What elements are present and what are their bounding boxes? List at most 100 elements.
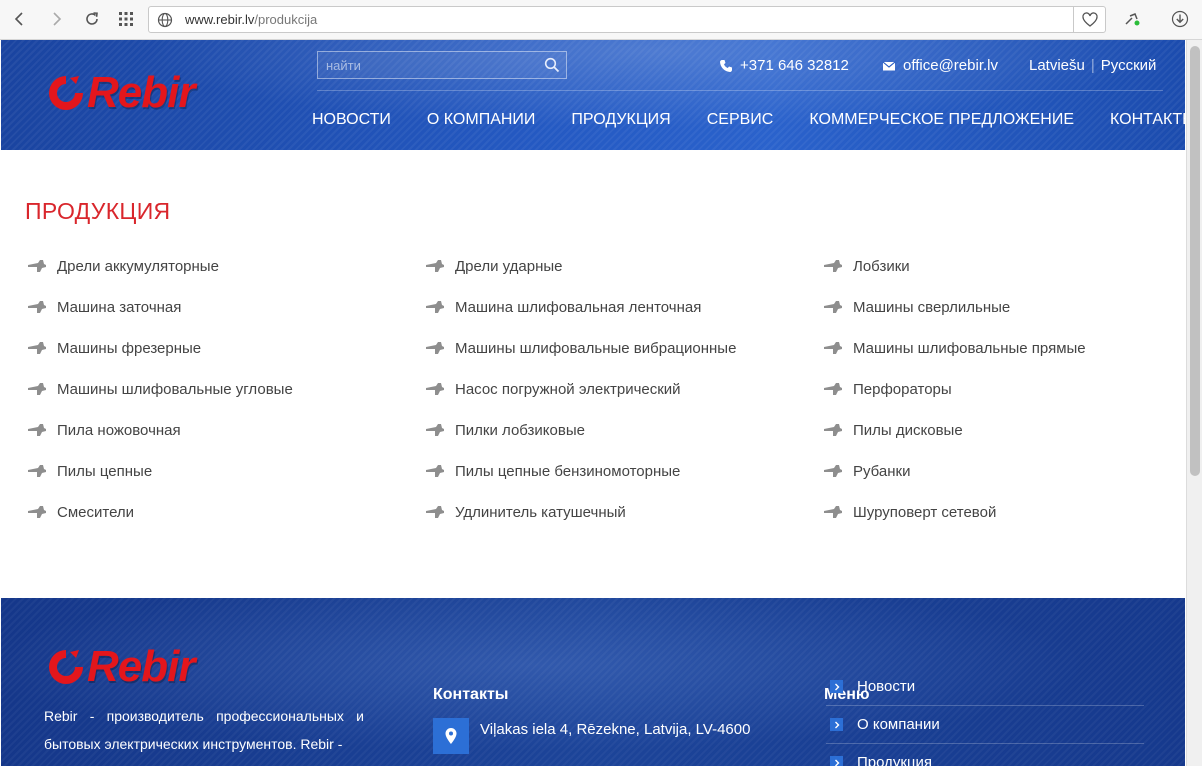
category-item[interactable]: Машины шлифовальные прямые xyxy=(821,337,1086,359)
screwdriver-icon xyxy=(821,501,845,523)
impact-drill-icon xyxy=(423,255,447,277)
footer-menu-products[interactable]: Продукция xyxy=(826,744,1144,766)
url-text: www.rebir.lv/produkcija xyxy=(185,12,318,27)
category-item[interactable]: Дрели аккумуляторные xyxy=(25,255,219,277)
angle-grinder-icon xyxy=(25,378,49,400)
category-item[interactable]: Смесители xyxy=(25,501,134,523)
site-logo[interactable]: Rebir xyxy=(45,68,195,118)
mixer-icon xyxy=(25,501,49,523)
header-email[interactable]: office@rebir.lv xyxy=(882,57,998,74)
nav-products[interactable]: ПРОДУКЦИЯ xyxy=(571,111,670,129)
category-label: Машина шлифовальная ленточная xyxy=(455,298,702,316)
submersible-pump-icon xyxy=(423,378,447,400)
scrollbar-thumb[interactable] xyxy=(1190,46,1200,476)
page-scrollbar[interactable] xyxy=(1186,40,1202,766)
search-input[interactable] xyxy=(318,52,538,78)
planer-icon xyxy=(821,460,845,482)
category-item[interactable]: Пилы дисковые xyxy=(821,419,963,441)
page-title: ПРОДУКЦИЯ xyxy=(25,198,171,224)
footer-logo[interactable]: Rebir xyxy=(45,642,195,692)
category-item[interactable]: Машины сверлильные xyxy=(821,296,1010,318)
chevron-right-icon xyxy=(830,680,843,693)
nav-commercial-offer[interactable]: КОММЕРЧЕСКОЕ ПРЕДЛОЖЕНИЕ xyxy=(809,111,1074,129)
category-item[interactable]: Машина шлифовальная ленточная xyxy=(423,296,701,318)
footer-menu-about[interactable]: О компании xyxy=(826,706,1144,744)
category-label: Пилки лобзиковые xyxy=(455,421,585,439)
category-item[interactable]: Машины шлифовальные угловые xyxy=(25,378,293,400)
category-item[interactable]: Перфораторы xyxy=(821,378,952,400)
chevron-right-icon xyxy=(830,718,843,731)
search-icon[interactable] xyxy=(544,57,560,73)
chainsaw-icon xyxy=(25,460,49,482)
category-label: Пила ножовочная xyxy=(57,421,181,439)
footer-about-text: Rebir - производитель профессиональных и… xyxy=(44,708,364,752)
header-divider xyxy=(317,90,1163,91)
extension-icon[interactable] xyxy=(1120,7,1144,31)
phone-icon xyxy=(720,59,732,72)
language-switcher: Latviešu | Русский xyxy=(1029,57,1156,74)
category-label: Насос погружной электрический xyxy=(455,380,681,398)
nav-service[interactable]: СЕРВИС xyxy=(707,111,774,129)
category-item[interactable]: Удлинитель катушечный xyxy=(423,501,626,523)
category-label: Лобзики xyxy=(853,257,910,275)
footer-contacts-title: Контакты xyxy=(433,686,509,703)
footer-menu-news[interactable]: Новости xyxy=(826,668,1144,706)
circular-saw-icon xyxy=(821,419,845,441)
category-label: Машины фрезерные xyxy=(57,339,202,357)
header-phone[interactable]: +371 646 32812 xyxy=(719,57,849,74)
bookmark-heart-icon[interactable] xyxy=(1073,7,1105,32)
category-label: Машины сверлильные xyxy=(853,298,1011,316)
globe-icon xyxy=(157,12,173,28)
nav-about[interactable]: О КОМПАНИИ xyxy=(427,111,536,129)
reload-icon[interactable] xyxy=(80,7,104,31)
downloads-icon[interactable] xyxy=(1168,7,1192,31)
category-item[interactable]: Машина заточная xyxy=(25,296,181,318)
reciprocating-saw-icon xyxy=(25,419,49,441)
category-label: Дрели ударные xyxy=(455,257,563,275)
category-item[interactable]: Машины фрезерные xyxy=(25,337,201,359)
footer-address: Viļakas iela 4, Rēzekne, Latvija, LV-460… xyxy=(433,718,750,754)
category-item[interactable]: Пилки лобзиковые xyxy=(423,419,585,441)
category-item[interactable]: Шуруповерт сетевой xyxy=(821,501,996,523)
category-label: Дрели аккумуляторные xyxy=(57,257,219,275)
category-item[interactable]: Пилы цепные xyxy=(25,460,152,482)
browser-toolbar: www.rebir.lv/produkcija xyxy=(0,0,1202,40)
category-label: Удлинитель катушечный xyxy=(455,503,626,521)
jigsaw-blade-icon xyxy=(423,419,447,441)
main-navigation: НОВОСТИ О КОМПАНИИ ПРОДУКЦИЯ СЕРВИС КОММ… xyxy=(312,111,1185,129)
category-label: Пилы цепные бензиномоторные xyxy=(455,462,681,480)
forward-icon[interactable] xyxy=(44,7,68,31)
back-icon[interactable] xyxy=(8,7,32,31)
jigsaw-icon xyxy=(821,255,845,277)
category-item[interactable]: Рубанки xyxy=(821,460,911,482)
envelope-icon xyxy=(882,61,896,70)
category-item[interactable]: Пилы цепные бензиномоторные xyxy=(423,460,680,482)
lang-separator: | xyxy=(1090,57,1095,74)
nav-news[interactable]: НОВОСТИ xyxy=(312,111,391,129)
nav-contacts[interactable]: КОНТАКТЫ xyxy=(1110,111,1185,129)
cable-reel-icon xyxy=(423,501,447,523)
category-label: Пилы цепные xyxy=(57,462,153,480)
speed-dial-grid-icon[interactable] xyxy=(114,7,138,31)
bench-grinder-icon xyxy=(25,296,49,318)
address-bar[interactable]: www.rebir.lv/produkcija xyxy=(148,6,1106,33)
lang-russian[interactable]: Русский xyxy=(1101,57,1157,74)
belt-sander-icon xyxy=(423,296,447,318)
footer-menu: Новости О компании Продукция xyxy=(826,668,1144,766)
web-page: Rebir +371 646 32812 office@rebir.lv Lat… xyxy=(1,40,1185,766)
search-box xyxy=(317,51,567,79)
category-item[interactable]: Пила ножовочная xyxy=(25,419,181,441)
category-label: Машины шлифовальные прямые xyxy=(853,339,1086,357)
map-pin-icon xyxy=(433,718,469,754)
category-item[interactable]: Лобзики xyxy=(821,255,910,277)
petrol-chainsaw-icon xyxy=(423,460,447,482)
rotary-hammer-icon xyxy=(821,378,845,400)
category-item[interactable]: Дрели ударные xyxy=(423,255,563,277)
drill-icon xyxy=(821,296,845,318)
address-text: Viļakas iela 4, Rēzekne, Latvija, LV-460… xyxy=(480,720,751,738)
category-item[interactable]: Машины шлифовальные вибрационные xyxy=(423,337,736,359)
category-label: Перфораторы xyxy=(853,380,952,398)
site-header: Rebir +371 646 32812 office@rebir.lv Lat… xyxy=(1,40,1185,150)
category-item[interactable]: Насос погружной электрический xyxy=(423,378,681,400)
lang-latvian[interactable]: Latviešu xyxy=(1029,57,1085,74)
